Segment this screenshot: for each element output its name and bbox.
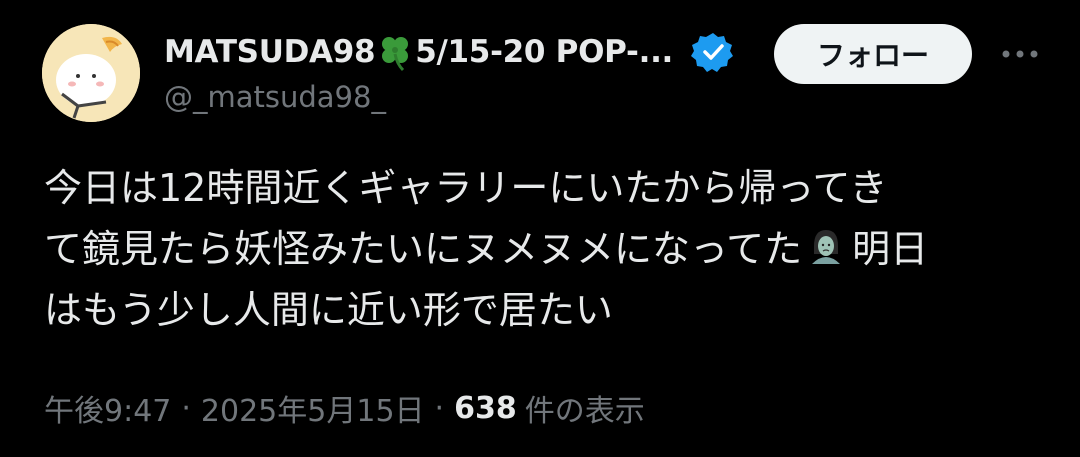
author-handle[interactable]: @_matsuda98_	[164, 80, 386, 114]
meta-separator: ·	[181, 390, 191, 426]
tweet-text-line-3: はもう少し人間に近い形で居たい	[44, 288, 613, 332]
views-label: 件の表示	[524, 394, 645, 429]
tweet-time[interactable]: 午後9:47	[44, 386, 171, 430]
tweet-text: 今日は12時間近くギャラリーにいたから帰ってき て鏡見たら妖怪みたいにヌメヌメに…	[44, 158, 1044, 341]
avatar[interactable]	[42, 24, 140, 122]
tweet-date[interactable]: 2025年5月15日	[201, 386, 425, 430]
more-options-icon	[1002, 50, 1038, 58]
tweet-meta: 午後9:47 · 2025年5月15日 · 638 件の表示	[44, 386, 645, 430]
tweet-text-line-2-tail: 明日	[852, 227, 929, 271]
author-display-name[interactable]: MATSUDA98	[164, 34, 376, 70]
author-name-row: MATSUDA98 5/15-20 POP-...	[164, 30, 735, 74]
meta-separator: ·	[434, 390, 445, 426]
tweet-text-line-1: 今日は12時間近くギャラリーにいたから帰ってき	[44, 166, 888, 210]
avatar-icon	[42, 24, 140, 122]
four-leaf-clover-icon	[373, 30, 417, 74]
author-display-name-suffix[interactable]: 5/15-20 POP-...	[415, 34, 673, 70]
verified-badge-icon	[691, 30, 735, 74]
tweet-card: MATSUDA98 5/15-20 POP-... @_matsuda98_ フ…	[0, 0, 1080, 457]
views-count: 638	[454, 390, 517, 426]
tweet-text-line-2-main: て鏡見たら妖怪みたいにヌメヌメになってた	[44, 227, 803, 271]
tweet-text-line-2: て鏡見たら妖怪みたいにヌメヌメになってた 明日	[44, 219, 1044, 280]
more-options-button[interactable]	[994, 36, 1046, 72]
follow-button[interactable]: フォロー	[774, 24, 972, 84]
zombie-woman-emoji-icon	[804, 224, 848, 268]
